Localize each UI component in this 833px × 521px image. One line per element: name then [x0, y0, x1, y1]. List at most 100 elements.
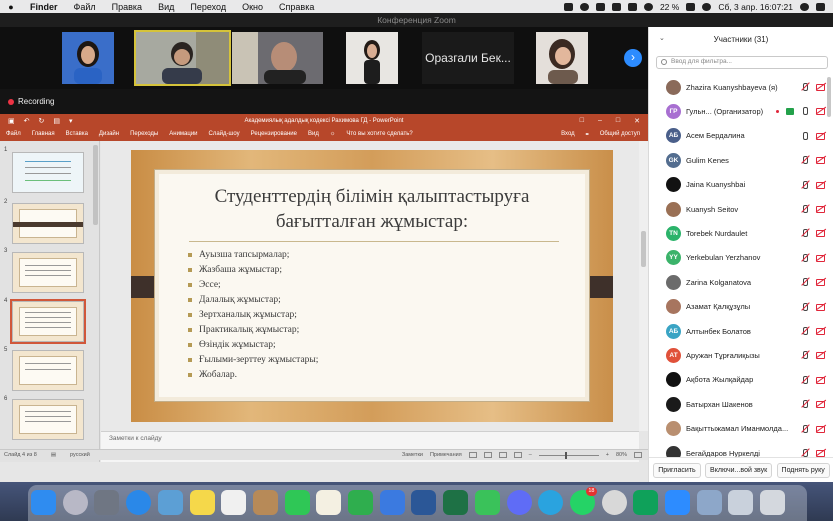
spellcheck-icon[interactable]: ▤ — [51, 452, 56, 458]
video-tile-5-name[interactable]: Оразгали Бек... — [422, 32, 514, 84]
microphone-muted-icon[interactable] — [801, 351, 809, 360]
cloud-icon[interactable] — [595, 2, 605, 11]
safari-icon[interactable] — [126, 490, 152, 515]
camera-off-icon[interactable] — [816, 254, 826, 262]
word-icon[interactable] — [411, 490, 437, 515]
menu-window[interactable]: Окно — [234, 2, 271, 12]
microphone-icon[interactable] — [801, 131, 809, 140]
microphone-muted-icon[interactable] — [801, 302, 809, 311]
participant-row[interactable]: Ақбота Жылқайдар — [649, 368, 833, 392]
participant-row[interactable]: АБ Асем Бердалина — [649, 124, 833, 148]
participant-row[interactable]: АБ Алтынбек Болатов — [649, 319, 833, 343]
messenger-icon[interactable] — [506, 490, 532, 515]
video-tile-4[interactable] — [346, 32, 398, 84]
preview-icon[interactable] — [157, 490, 183, 515]
slide-thumbnail-3[interactable] — [12, 252, 84, 293]
camera-off-icon[interactable] — [816, 425, 826, 433]
participant-row[interactable]: Батырхан Шакенов — [649, 392, 833, 416]
participant-row[interactable]: Азамат Қалқұзұлы — [649, 295, 833, 319]
zoom-slider[interactable] — [538, 451, 599, 459]
comments-toggle[interactable]: Примечания — [430, 452, 462, 458]
camera-off-icon[interactable] — [816, 376, 826, 384]
trash-icon[interactable] — [760, 490, 786, 515]
camera-off-icon[interactable] — [816, 107, 826, 116]
sorter-view-icon[interactable] — [483, 452, 492, 458]
camera-off-icon[interactable] — [816, 181, 826, 189]
microphone-muted-icon[interactable] — [801, 449, 809, 457]
chevron-down-icon[interactable]: ⌄ — [659, 34, 665, 42]
zoom-status-icon[interactable] — [563, 2, 573, 11]
zoom-in-icon[interactable]: + — [606, 452, 609, 458]
video-tile-2-speaking[interactable] — [134, 30, 231, 86]
participant-row[interactable]: Zarina Kolganatova — [649, 270, 833, 294]
participant-row[interactable]: YY Yerkebulan Yerzhanov — [649, 246, 833, 270]
siri-status-icon[interactable] — [579, 2, 589, 11]
language-label[interactable]: русский — [70, 452, 90, 458]
unmute-all-button[interactable]: Включи...вой звук — [705, 462, 773, 478]
tab-home[interactable]: Главная — [32, 131, 55, 137]
apple-icon[interactable]: ● — [0, 2, 22, 12]
camera-off-icon[interactable] — [816, 278, 826, 287]
microphone-muted-icon[interactable] — [801, 83, 809, 91]
tab-review[interactable]: Рецензирование — [251, 131, 297, 137]
participant-filter-input[interactable]: Ввод для фильтра... — [656, 56, 828, 69]
invite-button[interactable]: Пригласить — [653, 462, 701, 478]
menu-view[interactable]: Вид — [150, 2, 182, 12]
microphone-muted-icon[interactable] — [801, 400, 809, 409]
finder-icon[interactable] — [31, 490, 56, 515]
notes-icon[interactable] — [189, 490, 215, 515]
battery-icon[interactable] — [686, 2, 696, 11]
participant-row[interactable]: GK Gulim Kenes — [649, 148, 833, 172]
camera-off-icon[interactable] — [816, 229, 826, 238]
clock[interactable]: Сб, 3 апр. 16:07:21 — [718, 2, 793, 12]
facetime-icon[interactable] — [284, 490, 310, 515]
tell-me-search[interactable]: Что вы хотите сделать? — [346, 131, 412, 137]
reading-view-icon[interactable] — [498, 452, 507, 458]
reminders-icon[interactable] — [221, 490, 247, 515]
spotlight-icon[interactable] — [702, 2, 712, 11]
camera-off-icon[interactable] — [816, 400, 826, 409]
slide-thumbnail-6[interactable] — [12, 399, 84, 440]
recording-label[interactable]: Recording — [18, 97, 54, 106]
kaspersky-icon[interactable] — [633, 490, 659, 515]
video-tile-3[interactable] — [232, 32, 323, 84]
raise-hand-button[interactable]: Поднять руку — [776, 462, 830, 478]
microphone-muted-icon[interactable] — [801, 229, 809, 238]
participant-row[interactable]: Бегайдаров Нуркелді — [649, 441, 833, 457]
participant-row[interactable]: ГР Гульн... (Организатор) — [649, 99, 833, 123]
microphone-muted-icon[interactable] — [801, 278, 809, 287]
camera-off-icon[interactable] — [816, 449, 826, 457]
camera-off-icon[interactable] — [816, 132, 826, 140]
pages-icon[interactable] — [316, 490, 342, 515]
participant-row[interactable]: Бақыттыжамал Иманмолда... — [649, 417, 833, 441]
microphone-muted-icon[interactable] — [801, 375, 809, 384]
sign-in-link[interactable]: Вход — [561, 131, 575, 138]
excel-icon[interactable] — [443, 490, 469, 515]
microphone-muted-icon[interactable] — [801, 156, 809, 165]
wifi-icon[interactable] — [643, 2, 653, 11]
slide-scrollbar[interactable] — [639, 141, 648, 431]
notes-toggle[interactable]: Заметки — [402, 452, 423, 458]
tab-animations[interactable]: Анимации — [169, 131, 197, 137]
tab-file[interactable]: Файл — [6, 131, 21, 137]
chevron-right-icon[interactable]: › — [624, 49, 642, 67]
participant-scrollbar[interactable] — [827, 77, 831, 117]
tab-insert[interactable]: Вставка — [66, 131, 88, 137]
microphone-muted-icon[interactable] — [801, 327, 809, 335]
zoom-level[interactable]: 80% — [616, 452, 627, 458]
folder-icon[interactable] — [696, 490, 722, 515]
fit-slide-icon[interactable] — [634, 452, 642, 458]
video-tile-6[interactable] — [536, 32, 588, 84]
microphone-muted-icon[interactable] — [801, 253, 809, 262]
menu-file[interactable]: Файл — [66, 2, 104, 12]
microphone-muted-icon[interactable] — [801, 424, 809, 433]
slideshow-view-icon[interactable] — [513, 452, 522, 458]
camera-off-icon[interactable] — [816, 205, 826, 213]
slide-thumbnail-5[interactable] — [12, 350, 84, 391]
tab-design[interactable]: Дизайн — [99, 131, 119, 137]
microphone-muted-icon[interactable] — [801, 180, 809, 189]
camera-off-icon[interactable] — [816, 327, 826, 335]
microphone-muted-icon[interactable] — [801, 205, 809, 213]
contacts-icon[interactable] — [252, 490, 278, 515]
camera-off-icon[interactable] — [816, 351, 826, 360]
